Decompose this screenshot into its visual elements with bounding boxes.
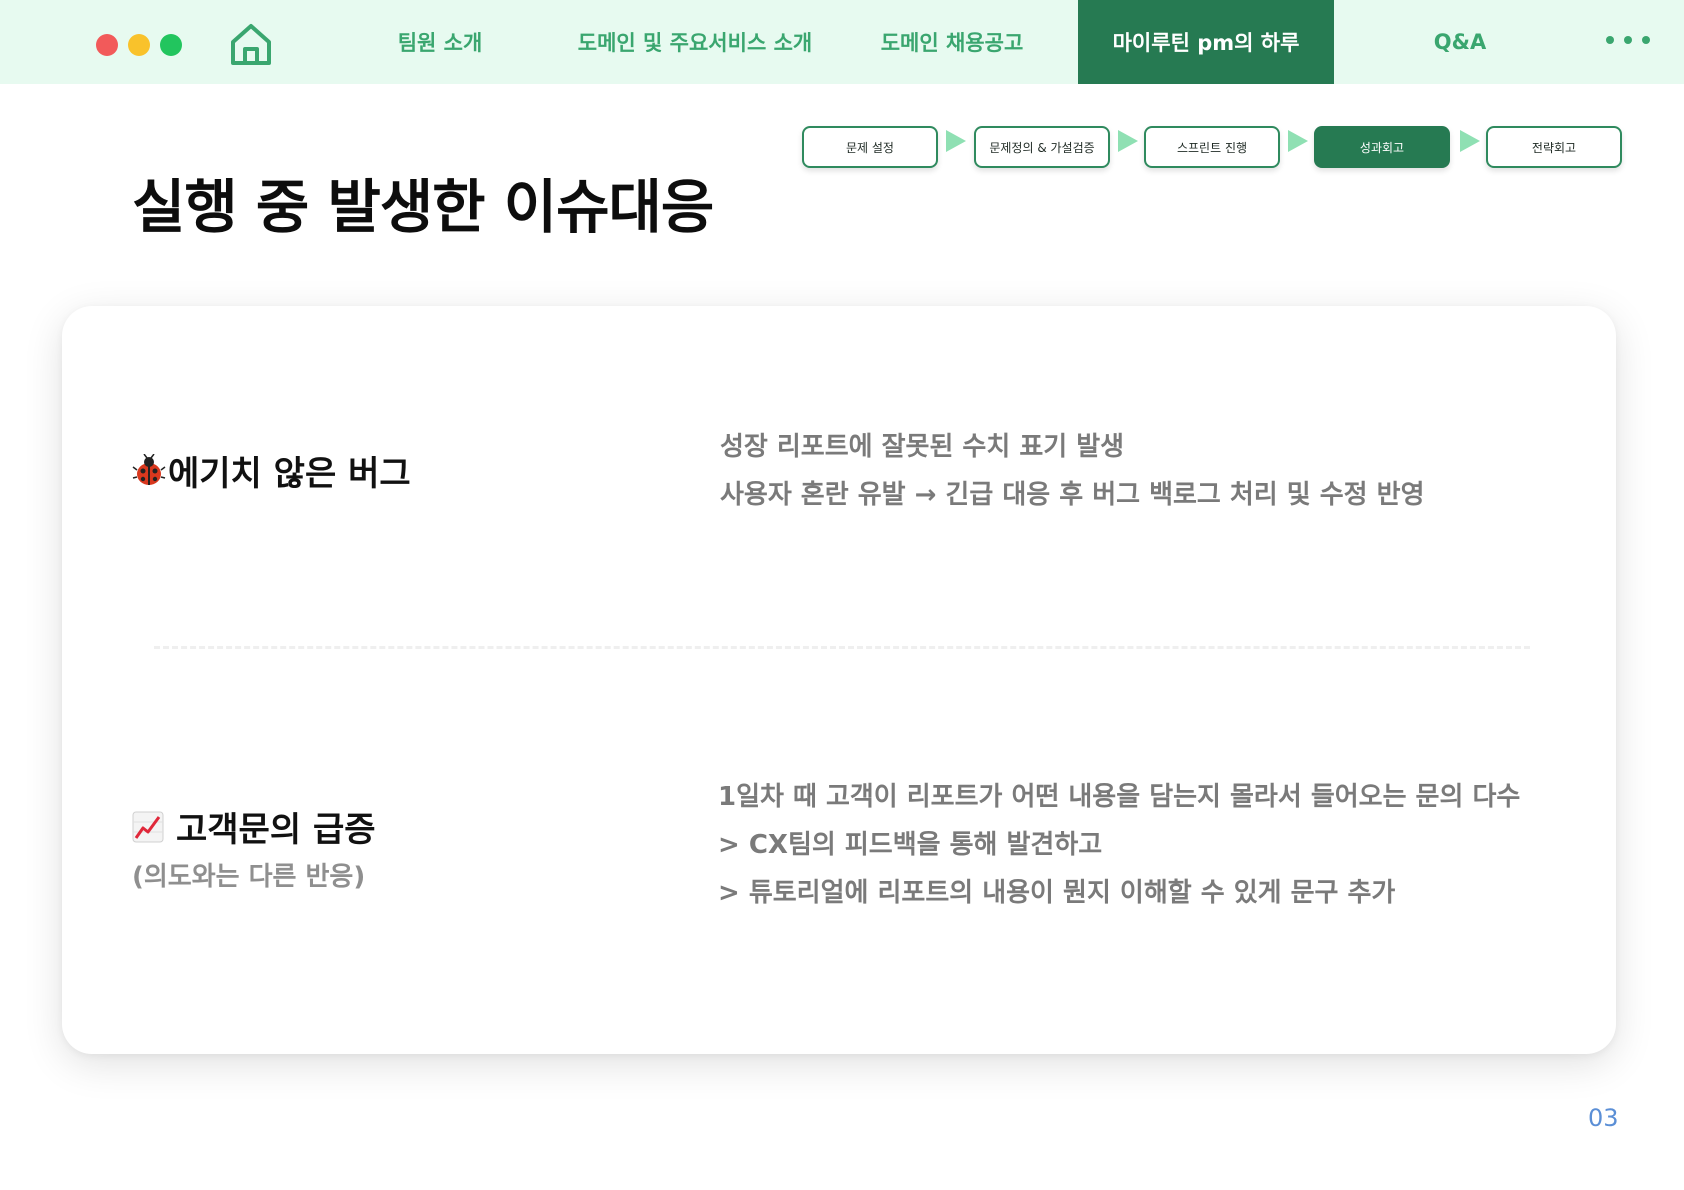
- step-arrow-icon: [1288, 130, 1308, 152]
- step-problem-definition[interactable]: 문제정의 & 가설검증: [974, 126, 1110, 168]
- issue-description-line: > CX팀의 피드백을 통해 발견하고: [718, 830, 1103, 860]
- issue-description-line: 사용자 혼란 유발 → 긴급 대응 후 버그 백로그 처리 및 수정 반영: [720, 480, 1425, 510]
- home-icon[interactable]: [228, 22, 274, 66]
- nav-tab-domain-services[interactable]: 도메인 및 주요서비스 소개: [570, 0, 820, 84]
- issue-subtitle: (의도와는 다른 반응): [132, 862, 366, 892]
- close-dot-icon[interactable]: [96, 34, 118, 56]
- step-strategy-retro[interactable]: 전략회고: [1486, 126, 1622, 168]
- step-arrow-icon: [946, 130, 966, 152]
- step-performance-retro[interactable]: 성과회고: [1314, 126, 1450, 168]
- nav-tab-domain-jobs[interactable]: 도메인 채용공고: [862, 0, 1042, 84]
- step-arrow-icon: [1460, 130, 1480, 152]
- issue-title-inquiries: 고객문의 급증: [132, 802, 376, 851]
- nav-tab-team[interactable]: 팀원 소개: [360, 0, 520, 84]
- issue-title-text: 에기치 않은 버그: [168, 454, 411, 494]
- issue-card: 에기치 않은 버그 성장 리포트에 잘못된 수치 표기 발생 사용자 혼란 유발…: [62, 306, 1616, 1054]
- nav-tab-qna[interactable]: Q&A: [1400, 0, 1520, 84]
- page-number: 03: [1588, 1104, 1619, 1132]
- more-icon[interactable]: [1606, 36, 1650, 44]
- issue-description-line: > 튜토리얼에 리포트의 내용이 뭔지 이해할 수 있게 문구 추가: [718, 878, 1396, 908]
- step-sprint[interactable]: 스프린트 진행: [1144, 126, 1280, 168]
- minimize-dot-icon[interactable]: [128, 34, 150, 56]
- step-arrow-icon: [1118, 130, 1138, 152]
- top-navbar: 팀원 소개 도메인 및 주요서비스 소개 도메인 채용공고 마이루틴 pm의 하…: [0, 0, 1684, 84]
- issue-title-bug: 에기치 않은 버그: [132, 446, 411, 495]
- page-title: 실행 중 발생한 이슈대응: [132, 173, 714, 241]
- issue-description-line: 성장 리포트에 잘못된 수치 표기 발생: [720, 432, 1125, 462]
- dashed-divider: [154, 646, 1530, 649]
- nav-tab-pm-day[interactable]: 마이루틴 pm의 하루: [1078, 0, 1334, 84]
- chart-increasing-icon: [132, 811, 164, 842]
- step-problem-setting[interactable]: 문제 설정: [802, 126, 938, 168]
- issue-description-line: 1일차 때 고객이 리포트가 어떤 내용을 담는지 몰라서 들어오는 문의 다수: [718, 782, 1521, 812]
- maximize-dot-icon[interactable]: [160, 34, 182, 56]
- window-controls: [96, 34, 182, 56]
- issue-title-text: 고객문의 급증: [176, 810, 376, 850]
- ladybug-icon: [132, 453, 166, 485]
